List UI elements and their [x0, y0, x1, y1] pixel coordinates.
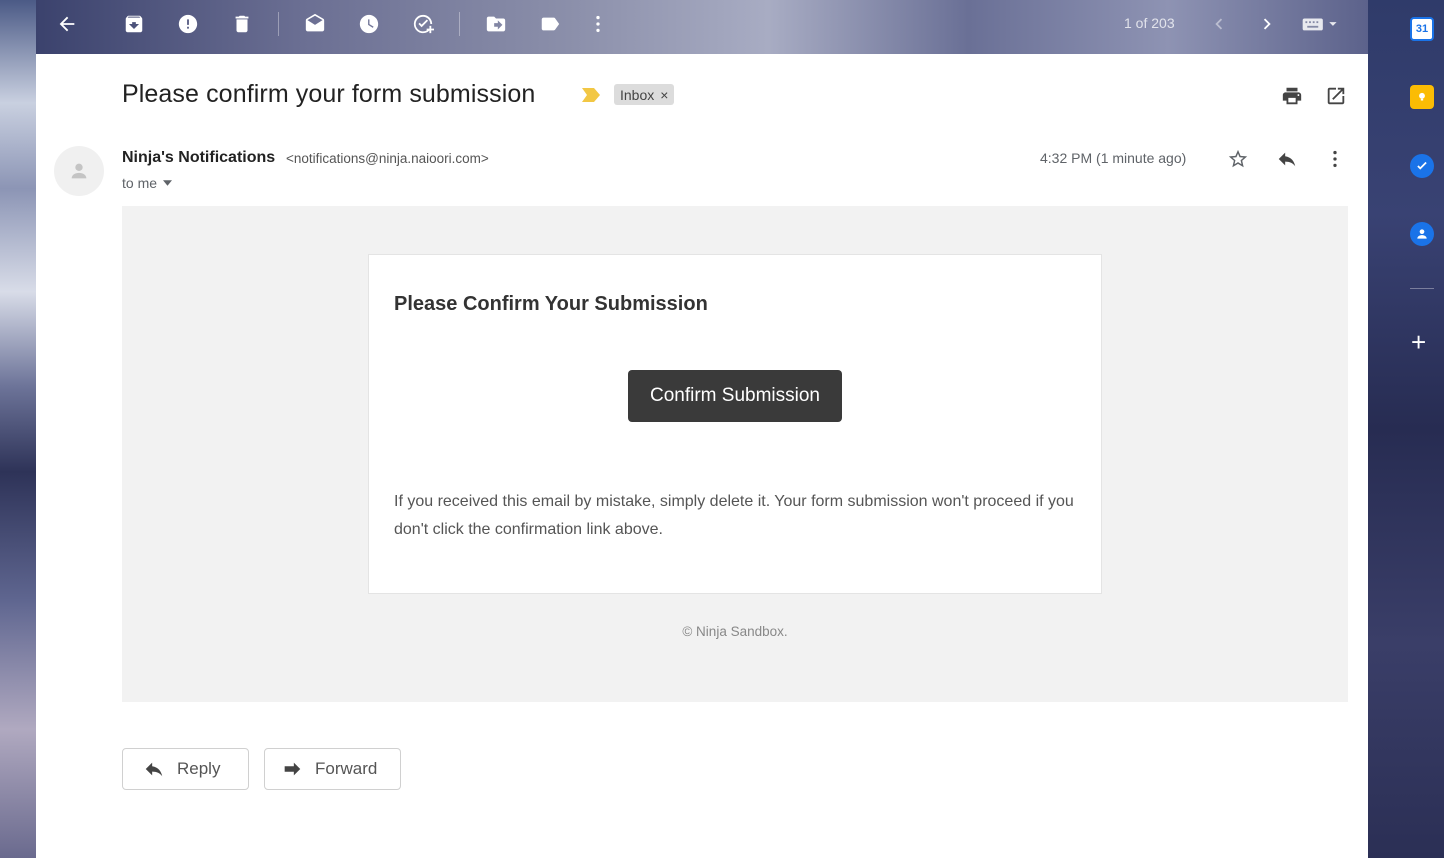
remove-label-icon[interactable]: ×	[660, 87, 668, 103]
email-content-card: Please Confirm Your Submission Confirm S…	[368, 254, 1102, 594]
back-arrow-icon[interactable]	[54, 11, 80, 37]
move-to-icon[interactable]	[483, 11, 509, 37]
chevron-right-icon[interactable]	[1254, 11, 1280, 37]
label-chip-text: Inbox	[620, 86, 655, 103]
label-chip-inbox[interactable]: Inbox ×	[614, 84, 675, 105]
recipient-label: to me	[122, 175, 158, 191]
important-marker-icon[interactable]	[582, 88, 600, 102]
email-body: Please Confirm Your Submission Confirm S…	[122, 206, 1348, 702]
caret-down-icon[interactable]	[163, 180, 173, 186]
chevron-left-icon[interactable]	[1206, 11, 1232, 37]
message-subject: Please confirm your form submission	[122, 80, 536, 108]
email-heading: Please Confirm Your Submission	[394, 293, 708, 315]
google-calendar-icon[interactable]: 31	[1410, 17, 1434, 41]
confirm-submission-button[interactable]: Confirm Submission	[628, 370, 842, 422]
reply-button-label: Reply	[177, 759, 221, 778]
sender-name[interactable]: Ninja's Notifications	[122, 149, 275, 167]
delete-icon[interactable]	[229, 11, 255, 37]
google-keep-icon[interactable]	[1410, 85, 1434, 109]
add-to-tasks-icon[interactable]	[410, 11, 436, 37]
star-icon[interactable]	[1225, 146, 1251, 172]
reply-icon[interactable]	[1274, 146, 1300, 172]
message-view: Please confirm your form submission Inbo…	[36, 54, 1368, 858]
print-icon[interactable]	[1280, 84, 1304, 108]
keyboard-icon[interactable]	[1300, 11, 1342, 37]
message-timestamp: 4:32 PM (1 minute ago)	[1040, 150, 1187, 166]
more-options-icon[interactable]	[1322, 146, 1348, 172]
message-toolbar: 1 of 203	[36, 0, 1368, 54]
forward-button-label: Forward	[315, 759, 378, 778]
background-right	[1368, 0, 1444, 858]
more-vertical-icon[interactable]	[585, 11, 611, 37]
sender-avatar	[54, 146, 104, 196]
snooze-icon[interactable]	[356, 11, 382, 37]
google-contacts-icon[interactable]	[1410, 222, 1434, 246]
reply-arrow-icon	[145, 762, 163, 777]
background-left	[0, 0, 36, 858]
sender-email: <notifications@ninja.naioori.com>	[286, 151, 489, 166]
email-disclaimer: If you received this email by mistake, s…	[394, 493, 1074, 538]
forward-arrow-icon	[284, 762, 301, 776]
open-in-new-window-icon[interactable]	[1324, 84, 1348, 108]
mark-unread-icon[interactable]	[302, 11, 328, 37]
google-tasks-icon[interactable]	[1410, 154, 1434, 178]
recipient-details[interactable]: to me	[122, 175, 173, 191]
pager-count: 1 of 203	[1124, 15, 1175, 31]
add-addons-icon[interactable]: +	[1411, 329, 1426, 355]
archive-icon[interactable]	[121, 11, 147, 37]
labels-icon[interactable]	[537, 11, 563, 37]
rail-divider	[1410, 288, 1434, 289]
reply-button[interactable]: Reply	[122, 748, 249, 790]
report-spam-icon[interactable]	[175, 11, 201, 37]
email-footer: © Ninja Sandbox.	[682, 624, 788, 639]
forward-button[interactable]: Forward	[264, 748, 401, 790]
